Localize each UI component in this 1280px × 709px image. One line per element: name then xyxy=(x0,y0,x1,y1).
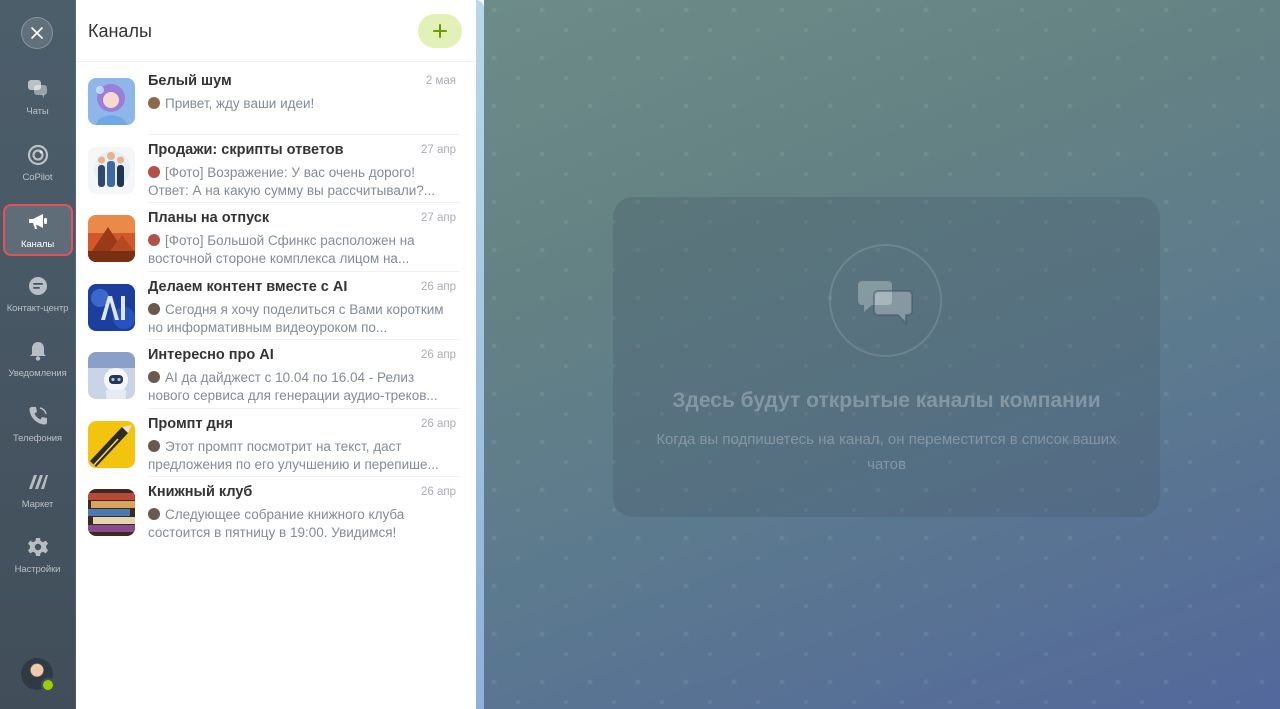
sidebar-item-label: Чаты xyxy=(26,106,49,117)
channel-name: Книжный клуб xyxy=(148,484,253,500)
sidebar-item-contact-center[interactable]: Контакт-центр xyxy=(0,269,75,325)
preview-line: состоится в пятницу в 19:00. Увидимся! xyxy=(148,525,397,540)
contact-center-icon xyxy=(27,275,49,297)
online-status-indicator xyxy=(41,678,55,692)
channel-preview: AI да дайджест с 10.04 по 16.04 - Релиз … xyxy=(148,369,460,405)
preview-line: предложения по его улучшению и перепише.… xyxy=(148,456,439,472)
channel-preview: Следующее собрание книжного клуба состои… xyxy=(148,506,460,542)
channel-preview: Сегодня я хочу поделиться с Вами коротки… xyxy=(148,301,460,337)
channel-avatar xyxy=(88,420,135,468)
sender-avatar xyxy=(148,508,160,520)
channel-preview: [Фото] Возражение: У вас очень дорого! О… xyxy=(148,164,460,200)
sidebar-item-notifications[interactable]: Уведомления xyxy=(0,334,75,390)
channel-name: Белый шум xyxy=(148,73,232,89)
channel-item[interactable]: Делаем контент вместе с AI 26 апр Сегодн… xyxy=(76,272,476,341)
sender-avatar xyxy=(148,302,160,315)
close-button[interactable] xyxy=(21,17,53,49)
preview-line: [Фото] Возражение: У вас очень дорого! xyxy=(165,164,416,180)
empty-state-circle xyxy=(829,244,942,357)
preview-line: нового сервиса для генерации аудио-треко… xyxy=(148,388,438,403)
user-avatar[interactable] xyxy=(21,658,55,692)
channel-avatar xyxy=(88,78,135,125)
sender-avatar xyxy=(148,97,160,109)
sender-avatar xyxy=(148,371,160,383)
sidebar-item-label: Настройки xyxy=(14,564,61,575)
sidebar-item-market[interactable]: Маркет xyxy=(0,465,75,521)
channel-preview: [Фото] Большой Сфинкс расположен на вост… xyxy=(148,232,460,268)
plus-icon xyxy=(433,24,447,38)
channel-item[interactable]: Планы на отпуск 27 апр [Фото] Большой Сф… xyxy=(76,203,476,272)
channel-item[interactable]: Книжный клуб 26 апр Следующее собрание к… xyxy=(76,477,476,546)
empty-state: Здесь будут открытые каналы компании Ког… xyxy=(613,197,1160,517)
chat-area: Здесь будут открытые каналы компании Ког… xyxy=(484,0,1280,709)
sidebar-item-label: Уведомления xyxy=(8,368,67,379)
preview-line: AI да дайджест с 10.04 по 16.04 - Релиз xyxy=(165,370,415,385)
sidebar-item-channels[interactable]: Каналы xyxy=(0,204,75,261)
gear-icon xyxy=(27,536,49,558)
sender-avatar xyxy=(148,234,160,246)
bell-icon xyxy=(27,340,49,362)
channel-date: 27 апр xyxy=(420,143,456,156)
channel-item[interactable]: Белый шум 2 мая Привет, жду ваши идеи! xyxy=(76,66,476,135)
megaphone-icon xyxy=(27,211,49,233)
sidebar-item-label: CoPilot xyxy=(22,172,53,183)
channel-name: Промпт дня xyxy=(148,415,233,432)
preview-line: [Фото] Большой Сфинкс расположен на xyxy=(165,233,415,248)
channel-date: 26 апр xyxy=(420,417,456,430)
preview-line: Следующее собрание книжного клуба xyxy=(165,507,405,522)
channel-avatar xyxy=(88,489,135,536)
add-channel-button[interactable] xyxy=(418,14,462,48)
channels-panel: Каналы Белый шум 2 мая Привет, жду ваши … xyxy=(76,0,476,709)
chat-bubbles-icon xyxy=(857,280,913,325)
preview-line: Ответ: А на какую сумму вы рассчитывали?… xyxy=(148,182,436,198)
channel-name: Интересно про AI xyxy=(148,347,274,363)
channel-preview: Этот промпт посмотрит на текст, даст пре… xyxy=(148,438,460,474)
channel-avatar xyxy=(88,283,135,331)
channel-item[interactable]: Интересно про AI 26 апр AI да дайджест с… xyxy=(76,340,476,409)
sidebar-item-settings[interactable]: Настройки xyxy=(0,530,75,586)
preview-line: Привет, жду ваши идеи! xyxy=(165,96,315,111)
messenger-app: Чаты CoPilot Каналы Контакт-центр Уведом… xyxy=(0,0,1280,709)
sidebar-item-copilot[interactable]: CoPilot xyxy=(0,138,75,194)
sidebar-item-chats[interactable]: Чаты xyxy=(0,72,75,128)
empty-state-subtitle: Когда вы подпишетесь на канал, он переме… xyxy=(656,431,1117,473)
channel-avatar xyxy=(88,215,135,262)
panel-header: Каналы xyxy=(76,0,476,62)
page-title: Каналы xyxy=(88,21,152,41)
empty-state-title: Здесь будут открытые каналы компании xyxy=(672,389,1101,412)
channel-item[interactable]: Продажи: скрипты ответов 27 апр [Фото] В… xyxy=(76,135,476,204)
channel-date: 26 апр xyxy=(420,486,456,498)
channel-list: Белый шум 2 мая Привет, жду ваши идеи! П… xyxy=(76,66,476,546)
preview-line: но информативным видеоуроком по... xyxy=(148,319,388,335)
sidebar-item-label: Маркет xyxy=(21,499,54,510)
preview-line: Этот промпт посмотрит на текст, даст xyxy=(165,438,402,454)
copilot-icon xyxy=(27,144,49,166)
market-icon xyxy=(27,471,49,493)
channel-name: Продажи: скрипты ответов xyxy=(148,141,344,158)
sidebar-item-telephony[interactable]: Телефония xyxy=(0,399,75,455)
channel-date: 2 мая xyxy=(425,75,456,87)
phone-icon xyxy=(27,405,49,427)
channel-item[interactable]: Промпт дня 26 апр Этот промпт посмотрит … xyxy=(76,409,476,478)
preview-line: восточной стороне комплекса лицом на... xyxy=(148,251,410,266)
preview-line: Сегодня я хочу поделиться с Вами коротки… xyxy=(165,301,444,317)
channel-name: Делаем контент вместе с AI xyxy=(148,278,348,295)
channel-name: Планы на отпуск xyxy=(148,210,270,226)
sidebar-item-label: Каналы xyxy=(20,239,55,250)
panel-edge xyxy=(476,0,484,709)
sidebar-item-label: Телефония xyxy=(13,433,62,444)
sender-avatar xyxy=(148,165,160,178)
close-icon xyxy=(31,27,43,39)
channel-date: 27 апр xyxy=(420,212,456,224)
sidebar-item-label: Контакт-центр xyxy=(6,303,69,314)
channel-avatar xyxy=(88,352,135,399)
channel-avatar xyxy=(88,146,135,194)
channel-preview: Привет, жду ваши идеи! xyxy=(148,95,460,113)
channel-date: 26 апр xyxy=(420,349,456,361)
channel-date: 26 апр xyxy=(420,280,456,293)
sender-avatar xyxy=(148,439,160,452)
sidebar-nav: Чаты CoPilot Каналы Контакт-центр Уведом… xyxy=(0,0,76,709)
chats-icon xyxy=(27,78,49,100)
